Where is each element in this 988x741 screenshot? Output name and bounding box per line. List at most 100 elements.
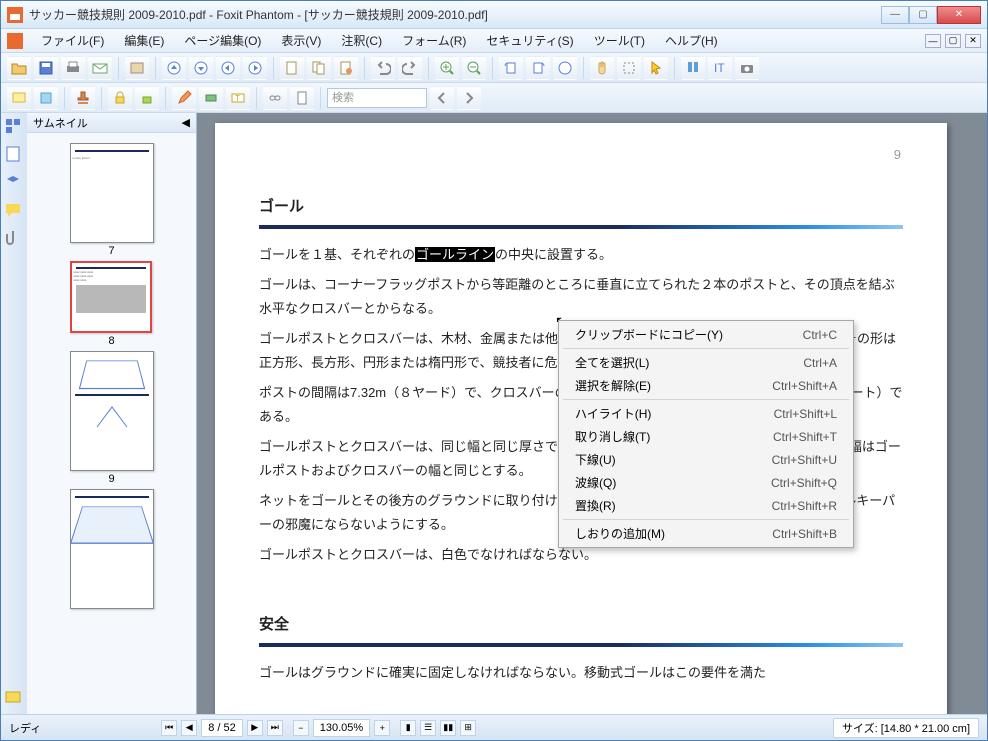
section-rule-2 xyxy=(259,643,903,647)
toolbar-1: IT xyxy=(1,53,987,83)
ctx-underline[interactable]: 下線(U)Ctrl+Shift+U xyxy=(559,448,853,471)
search-next-icon[interactable] xyxy=(457,86,481,110)
thumb-10[interactable] xyxy=(70,489,154,609)
zoom-level[interactable]: 130.05% xyxy=(313,719,370,737)
stamp-icon[interactable] xyxy=(71,86,95,110)
organize1-icon[interactable] xyxy=(280,56,304,80)
svg-text:T: T xyxy=(235,94,240,103)
zoom-out-icon[interactable]: − xyxy=(293,720,309,736)
nav-right-icon[interactable] xyxy=(243,56,267,80)
pointer-icon[interactable] xyxy=(644,56,668,80)
search-input[interactable]: 検索 xyxy=(327,88,427,108)
note-icon[interactable] xyxy=(7,86,31,110)
para-1[interactable]: ゴールを１基、それぞれのゴールラインの中央に設置する。 xyxy=(259,243,903,267)
menu-view[interactable]: 表示(V) xyxy=(273,29,329,52)
undo-icon[interactable] xyxy=(371,56,395,80)
fit-icon[interactable] xyxy=(553,56,577,80)
ctx-replace[interactable]: 置換(R)Ctrl+Shift+R xyxy=(559,494,853,517)
ctx-copy[interactable]: クリップボードにコピー(Y)Ctrl+C xyxy=(559,323,853,346)
ctx-highlight[interactable]: ハイライト(H)Ctrl+Shift+L xyxy=(559,402,853,425)
find1-icon[interactable] xyxy=(681,56,705,80)
link-icon[interactable] xyxy=(263,86,287,110)
nav-left-icon[interactable] xyxy=(216,56,240,80)
print-button[interactable] xyxy=(61,56,85,80)
prev-page-icon[interactable]: ◀ xyxy=(181,720,197,736)
page-number: 9 xyxy=(894,143,901,167)
page-indicator[interactable]: 8 / 52 xyxy=(201,719,243,737)
thumb-9[interactable]: 9 xyxy=(70,351,154,485)
save-button[interactable] xyxy=(34,56,58,80)
ctx-deselect[interactable]: 選択を解除(E)Ctrl+Shift+A xyxy=(559,374,853,397)
forms-icon[interactable] xyxy=(34,86,58,110)
thumb-7[interactable]: Lorem ipsum 7 xyxy=(70,143,154,257)
scan-button[interactable] xyxy=(125,56,149,80)
mdi-min[interactable]: — xyxy=(925,34,941,48)
organize2-icon[interactable] xyxy=(307,56,331,80)
ctx-bookmark[interactable]: しおりの追加(M)Ctrl+Shift+B xyxy=(559,522,853,545)
next-page-icon[interactable]: ▶ xyxy=(247,720,263,736)
ctx-selectall[interactable]: 全てを選択(L)Ctrl+A xyxy=(559,351,853,374)
tab-comments-icon[interactable] xyxy=(4,201,24,221)
shape-icon[interactable] xyxy=(199,86,223,110)
heading-safety: 安全 xyxy=(259,611,903,639)
view-cont-icon[interactable]: ☰ xyxy=(420,720,436,736)
thumb-collapse-icon[interactable]: ◀ xyxy=(182,116,190,129)
menu-help[interactable]: ヘルプ(H) xyxy=(657,29,726,52)
thumb-list[interactable]: Lorem ipsum 7 xxxx xxxx xxxxxxxx xxxx xx… xyxy=(27,133,196,714)
window: サッカー競技規則 2009-2010.pdf - Foxit Phantom -… xyxy=(0,0,988,741)
thumb-8[interactable]: xxxx xxxx xxxxxxxx xxxx xxxxxxxx xxxx 8 xyxy=(70,261,154,347)
thumb-header-label: サムネイル xyxy=(33,115,88,131)
page-size: サイズ: [14.80 * 21.00 cm] xyxy=(833,718,979,738)
nav-down-icon[interactable] xyxy=(189,56,213,80)
zoomout-icon[interactable] xyxy=(462,56,486,80)
open-button[interactable] xyxy=(7,56,31,80)
zoomin-icon[interactable] xyxy=(435,56,459,80)
view-single-icon[interactable]: ▮ xyxy=(400,720,416,736)
tab-attach-icon[interactable] xyxy=(4,229,24,249)
app-icon xyxy=(7,7,23,23)
nav-up-icon[interactable] xyxy=(162,56,186,80)
menu-page-edit[interactable]: ページ編集(O) xyxy=(176,29,269,52)
redo-icon[interactable] xyxy=(398,56,422,80)
ctx-strikethrough[interactable]: 取り消し線(T)Ctrl+Shift+T xyxy=(559,425,853,448)
snapshot-icon[interactable] xyxy=(735,56,759,80)
menu-security[interactable]: セキュリティ(S) xyxy=(478,29,581,52)
menu-edit[interactable]: 編集(E) xyxy=(116,29,172,52)
menu-form[interactable]: フォーム(R) xyxy=(394,29,474,52)
tab-sig-icon[interactable] xyxy=(4,688,24,708)
para-8[interactable]: ゴールはグラウンドに確実に固定しなければならない。移動式ゴールはこの要件を満た xyxy=(259,661,903,685)
first-page-icon[interactable]: ⏮ xyxy=(161,720,177,736)
mdi-close[interactable]: ✕ xyxy=(965,34,981,48)
tab-layers-icon[interactable] xyxy=(4,173,24,193)
window-title: サッカー競技規則 2009-2010.pdf - Foxit Phantom -… xyxy=(29,6,881,23)
last-page-icon[interactable]: ⏭ xyxy=(267,720,283,736)
tab-thumbs-icon[interactable] xyxy=(4,117,24,137)
zoom-in-icon[interactable]: + xyxy=(374,720,390,736)
attach-icon[interactable] xyxy=(290,86,314,110)
maximize-button[interactable]: ▢ xyxy=(909,6,937,24)
close-button[interactable]: ✕ xyxy=(937,6,981,24)
view-contfacing-icon[interactable]: ⊞ xyxy=(460,720,476,736)
textbox-icon[interactable]: T xyxy=(226,86,250,110)
organize3-icon[interactable] xyxy=(334,56,358,80)
mdi-max[interactable]: ▢ xyxy=(945,34,961,48)
ctx-squiggly[interactable]: 波線(Q)Ctrl+Shift+Q xyxy=(559,471,853,494)
text-select-icon[interactable]: IT xyxy=(708,56,732,80)
menu-tools[interactable]: ツール(T) xyxy=(586,29,653,52)
hand-icon[interactable] xyxy=(590,56,614,80)
para-2[interactable]: ゴールは、コーナーフラッグポストから等距離のところに垂直に立てられた２本のポスト… xyxy=(259,273,903,321)
mail-button[interactable] xyxy=(88,56,112,80)
heading-goal: ゴール xyxy=(259,193,903,221)
minimize-button[interactable]: — xyxy=(881,6,909,24)
view-facing-icon[interactable]: ▮▮ xyxy=(440,720,456,736)
pencil-icon[interactable] xyxy=(172,86,196,110)
menu-file[interactable]: ファイル(F) xyxy=(33,29,112,52)
select-icon[interactable] xyxy=(617,56,641,80)
secure2-icon[interactable] xyxy=(135,86,159,110)
search-prev-icon[interactable] xyxy=(430,86,454,110)
rotate-right-icon[interactable] xyxy=(526,56,550,80)
menu-annot[interactable]: 注釈(C) xyxy=(333,29,390,52)
tab-bookmarks-icon[interactable] xyxy=(4,145,24,165)
secure1-icon[interactable] xyxy=(108,86,132,110)
rotate-left-icon[interactable] xyxy=(499,56,523,80)
